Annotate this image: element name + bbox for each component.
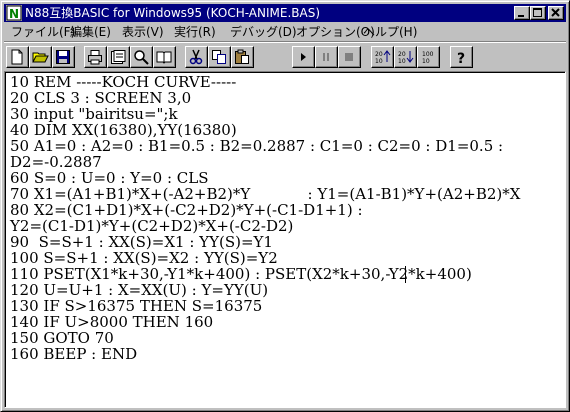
- code-editor[interactable]: 10 REM -----KOCH CURVE----- 20 CLS 3 : S…: [7, 74, 563, 405]
- code-line[interactable]: 10 REM -----KOCH CURVE-----: [10, 74, 236, 90]
- code-editor-frame: 10 REM -----KOCH CURVE----- 20 CLS 3 : S…: [4, 71, 566, 408]
- open-folder-icon: [32, 52, 49, 63]
- magnifier-icon: [134, 50, 149, 65]
- minimize-button[interactable]: [514, 6, 530, 20]
- printer-icon: [88, 50, 102, 65]
- svg-text:10: 10: [375, 58, 383, 65]
- code-line[interactable]: 50 A1=0 : A2=0 : B1=0.5 : B2=0.2887 : C1…: [10, 138, 503, 154]
- code-line[interactable]: 30 input "bairitsu=";k: [10, 106, 178, 122]
- menu-view[interactable]: 表示(V): [122, 23, 164, 41]
- code-line[interactable]: 150 GOTO 70: [10, 330, 114, 346]
- title-bar[interactable]: N N88互換BASIC for Windows95 (KOCH-ANIME.B…: [4, 4, 566, 22]
- code-line[interactable]: 70 X1=(A1+B1)*X+(-A2+B2)*Y : Y1=(A1-B1)*…: [10, 186, 520, 202]
- code-line[interactable]: 140 IF U>8000 THEN 160: [10, 314, 213, 330]
- code-line[interactable]: 80 X2=(C1+D1)*X+(-C2+D2)*Y+(-C1-D1+1) :: [10, 202, 363, 218]
- maximize-icon: [533, 8, 542, 17]
- menu-run[interactable]: 実行(R): [174, 23, 216, 41]
- print-preview-button[interactable]: [107, 46, 130, 68]
- menubar-divider: [4, 41, 566, 43]
- copy-button[interactable]: [208, 46, 231, 68]
- code-line[interactable]: 60 S=0 : U=0 : Y=0 : CLS: [10, 170, 209, 186]
- close-button[interactable]: [548, 6, 564, 20]
- code-line[interactable]: 120 U=U+1 : X=XX(U) : Y=YY(U): [10, 282, 268, 298]
- application-window: N N88互換BASIC for Windows95 (KOCH-ANIME.B…: [0, 0, 570, 412]
- new-file-button[interactable]: [6, 46, 29, 68]
- code-line[interactable]: D2=-0.2887: [10, 154, 102, 170]
- code-line[interactable]: 110 PSET(X1*k+30,-Y1*k+400) : PSET(X2*k+…: [10, 266, 472, 282]
- cut-button[interactable]: [185, 46, 208, 68]
- toolbar: 20 10 20 10 100 10 ?: [4, 44, 566, 72]
- svg-text:20: 20: [398, 51, 406, 58]
- help-button[interactable]: ?: [450, 46, 473, 68]
- find-button[interactable]: [130, 46, 153, 68]
- view-book-button[interactable]: [153, 46, 176, 68]
- text-cursor: [405, 266, 406, 283]
- maximize-button[interactable]: [530, 6, 546, 20]
- print-preview-icon: [111, 50, 126, 64]
- paste-button[interactable]: [231, 46, 254, 68]
- menu-edit[interactable]: 編集(E): [70, 23, 111, 41]
- window-title: N88互換BASIC for Windows95 (KOCH-ANIME.BAS…: [25, 6, 321, 20]
- pause-button[interactable]: [315, 46, 338, 68]
- svg-text:10: 10: [398, 58, 406, 65]
- open-file-button[interactable]: [29, 46, 52, 68]
- new-file-icon: [11, 49, 23, 65]
- renumber-icon: 10010: [422, 51, 434, 65]
- stop-button[interactable]: [338, 46, 361, 68]
- code-line[interactable]: 90 S=S+1 : XX(S)=X1 : YY(S)=Y1: [10, 234, 273, 250]
- book-icon: [156, 51, 172, 64]
- stop-icon: [345, 53, 353, 61]
- play-icon: [301, 53, 306, 61]
- sort-descending-button[interactable]: 20 10: [394, 46, 417, 68]
- svg-text:N: N: [9, 7, 19, 21]
- sort-descending-icon: 2010: [398, 51, 414, 65]
- minimize-icon: [518, 15, 524, 17]
- renumber-button[interactable]: 100 10: [417, 46, 440, 68]
- svg-text:20: 20: [375, 51, 383, 58]
- code-line[interactable]: 100 S=S+1 : XX(S)=X2 : YY(S)=Y2: [10, 250, 278, 266]
- svg-text:100: 100: [422, 51, 434, 58]
- n88-basic-app-icon[interactable]: N: [6, 5, 22, 21]
- svg-text:?: ?: [457, 51, 465, 65]
- close-icon: [551, 8, 560, 17]
- menu-help[interactable]: ヘルプ(H): [363, 23, 417, 41]
- clipboard-icon: [235, 49, 249, 64]
- print-button[interactable]: [84, 46, 107, 68]
- code-line[interactable]: 160 BEEP : END: [10, 346, 137, 362]
- code-line[interactable]: 130 IF S>16375 THEN S=16375: [10, 298, 262, 314]
- question-mark-icon: ?: [457, 51, 465, 65]
- svg-text:10: 10: [422, 58, 430, 65]
- menu-debug[interactable]: デバッグ(D): [230, 23, 297, 41]
- pause-icon: [323, 53, 329, 61]
- sort-ascending-icon: 2010: [375, 50, 391, 65]
- menu-bar: ファイル(F) 編集(E) 表示(V) 実行(R) デバッグ(D) オプション(…: [4, 23, 566, 41]
- code-line[interactable]: 20 CLS 3 : SCREEN 3,0: [10, 90, 191, 106]
- scissors-icon: [189, 49, 203, 65]
- code-line[interactable]: Y2=(C1-D1)*Y+(C2+D2)*X+(-C2-D2): [10, 218, 293, 234]
- floppy-disk-icon: [56, 50, 70, 64]
- run-button[interactable]: [292, 46, 315, 68]
- menu-file[interactable]: ファイル(F): [11, 23, 75, 41]
- save-file-button[interactable]: [52, 46, 75, 68]
- sort-ascending-button[interactable]: 20 10: [371, 46, 394, 68]
- code-line[interactable]: 40 DIM XX(16380),YY(16380): [10, 122, 237, 138]
- copy-icon: [212, 50, 226, 64]
